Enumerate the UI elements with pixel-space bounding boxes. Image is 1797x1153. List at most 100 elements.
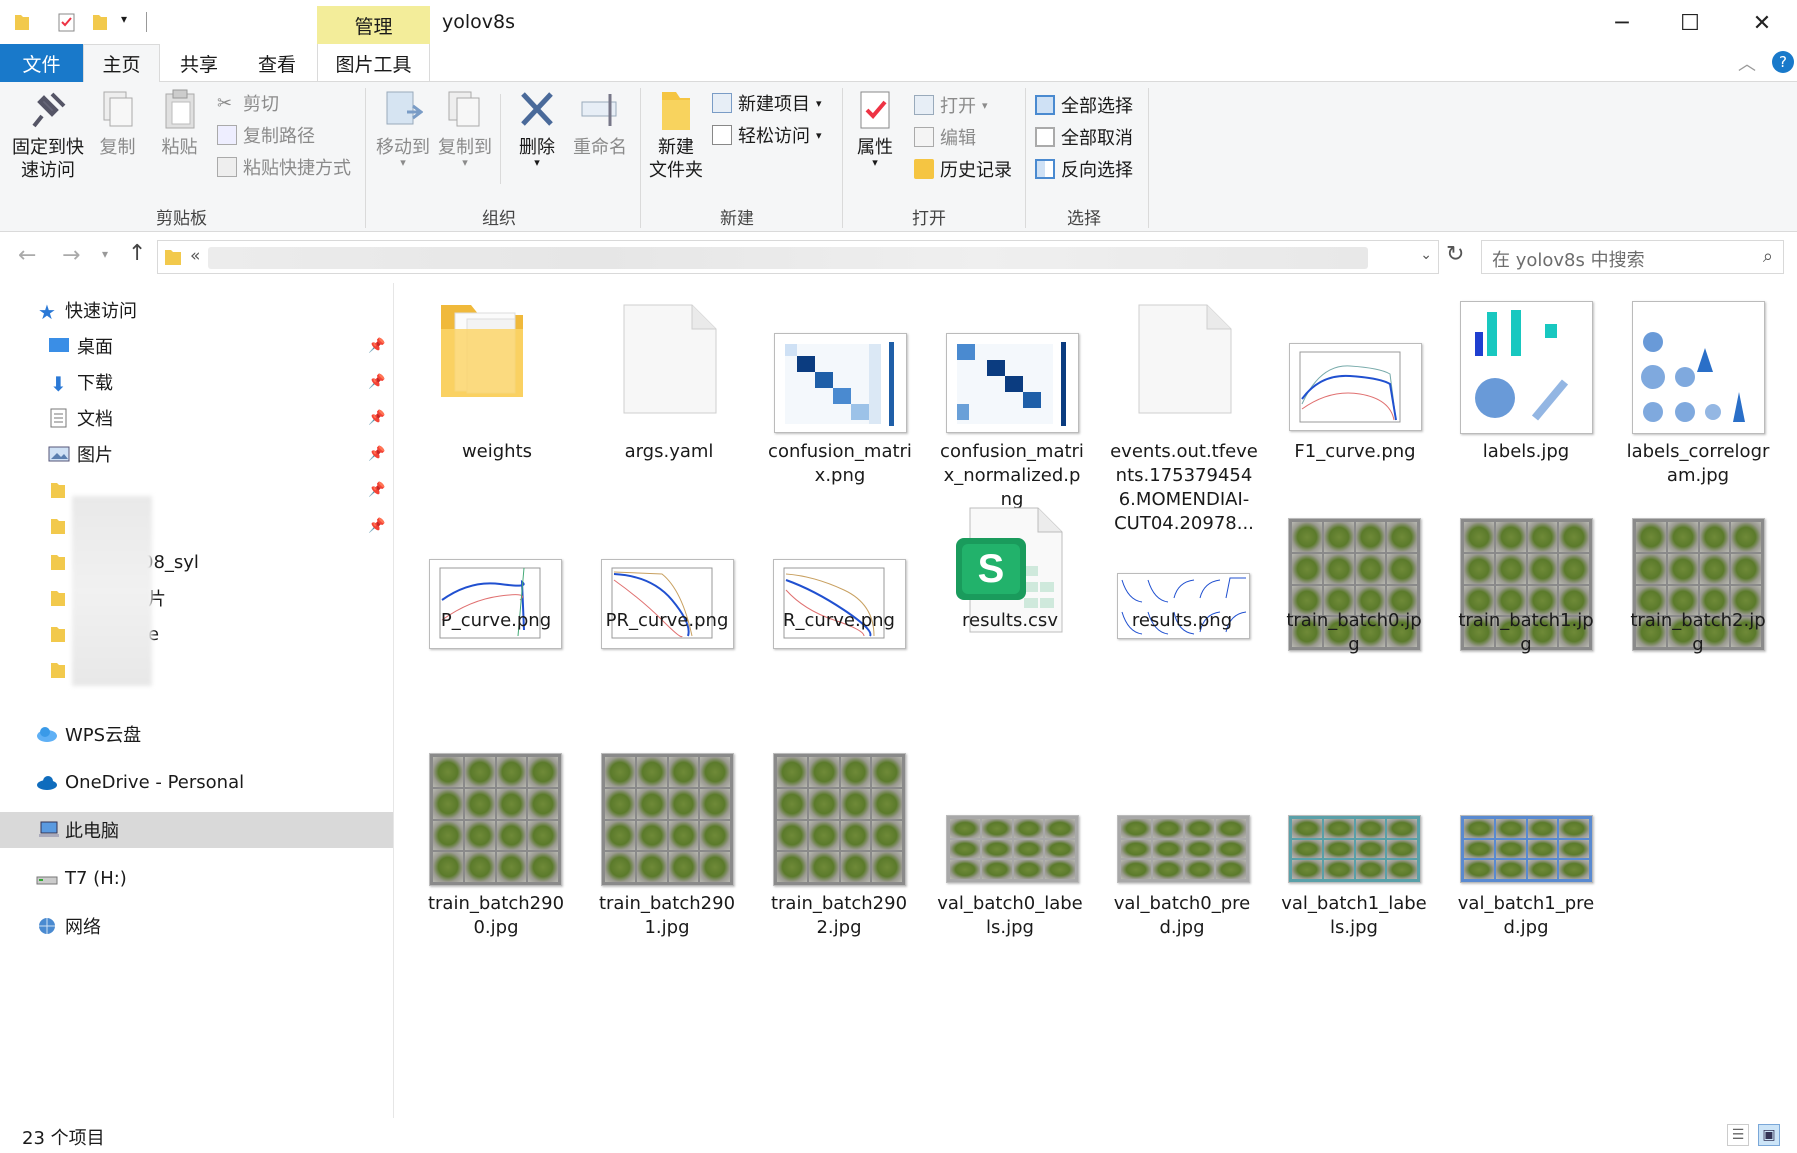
select-none-button[interactable]: 全部取消 — [1035, 124, 1133, 150]
tab-view[interactable]: 查看 — [238, 44, 316, 82]
forward-arrow-icon[interactable]: → — [62, 243, 80, 268]
sidebar-item-quick-access[interactable]: ★ 快速访问 — [0, 292, 393, 328]
file-item-train-batch2900[interactable] — [429, 753, 562, 886]
breadcrumb-overflow[interactable]: « — [190, 246, 200, 266]
file-item-r-curve[interactable] — [773, 559, 906, 649]
scissors-icon: ✂ — [217, 93, 233, 114]
open-button[interactable]: 打开 ▾ — [914, 92, 988, 118]
file-item-train-batch2902[interactable] — [773, 753, 906, 886]
rename-button[interactable]: 重命名 — [570, 88, 630, 159]
pin-label: 固定到快 速访问 — [12, 137, 84, 181]
copy-to-button[interactable]: 复制到 ▾ — [435, 88, 495, 168]
new-folder-icon[interactable] — [92, 12, 108, 32]
file-item-f1-curve[interactable] — [1289, 343, 1422, 431]
image-thumbnail — [947, 816, 1078, 882]
correlogram-thumbnail — [1641, 332, 1745, 422]
pin-icon[interactable]: 📌 — [368, 338, 385, 354]
sidebar-item-folder[interactable] — [0, 652, 393, 688]
file-item-val-batch1-pred[interactable] — [1460, 815, 1593, 883]
sidebar-item-drive-t7[interactable]: T7 (H:) — [0, 860, 393, 896]
pin-to-quick-access-button[interactable]: 固定到快 速访问 — [8, 88, 88, 182]
sidebar-item-folder[interactable]: 片 — [0, 580, 393, 616]
onedrive-icon — [36, 772, 58, 792]
chevron-down-icon[interactable]: ⌄ — [1420, 247, 1432, 263]
paste-label: 粘贴 — [161, 137, 198, 158]
paste-shortcut-button[interactable]: 粘贴快捷方式 — [217, 154, 351, 180]
minimize-button[interactable]: ─ — [1607, 8, 1637, 38]
computer-icon — [38, 820, 60, 840]
help-icon[interactable]: ? — [1772, 51, 1794, 73]
pin-icon[interactable]: 📌 — [368, 482, 385, 498]
edit-button[interactable]: 编辑 — [914, 124, 976, 150]
file-name: val_batch0_labe ls.jpg — [937, 893, 1083, 938]
file-item-weights[interactable] — [437, 299, 527, 399]
sidebar-item-desktop[interactable]: 桌面 📌 — [0, 328, 393, 364]
sidebar-item-documents[interactable]: 文档 📌 — [0, 400, 393, 436]
file-item-pr-curve[interactable] — [601, 559, 734, 649]
copy-path-button[interactable]: 复制路径 — [217, 122, 315, 148]
file-item-confusion-matrix[interactable] — [774, 333, 907, 433]
large-icons-view-icon[interactable]: ▣ — [1758, 1124, 1780, 1146]
file-item-val-batch0-pred[interactable] — [1117, 815, 1250, 883]
copy-button[interactable]: 复制 — [95, 88, 140, 159]
history-button[interactable]: 历史记录 — [914, 156, 1012, 182]
tab-picture-tools[interactable]: 图片工具 — [317, 44, 430, 82]
properties-icon[interactable] — [58, 12, 75, 32]
collapse-ribbon-icon[interactable]: ︿ — [1738, 50, 1756, 76]
sidebar-item-folder[interactable]: 📌 — [0, 508, 393, 544]
move-to-button[interactable]: 移动到 ▾ — [373, 88, 433, 168]
select-all-button[interactable]: 全部选择 — [1035, 92, 1133, 118]
edit-label: 编辑 — [940, 128, 976, 149]
new-folder-button[interactable]: 新建 文件夹 — [645, 88, 707, 182]
sidebar-item-folder[interactable]: 📌 — [0, 472, 393, 508]
paste-button[interactable]: 粘贴 — [157, 88, 202, 159]
back-arrow-icon[interactable]: ← — [18, 243, 36, 268]
pin-icon[interactable]: 📌 — [368, 446, 385, 462]
refresh-icon[interactable]: ↻ — [1446, 242, 1464, 267]
delete-icon — [517, 88, 557, 132]
file-item-confusion-matrix-normalized[interactable] — [946, 333, 1079, 433]
sidebar-item-network[interactable]: 网络 — [0, 908, 393, 944]
pin-icon[interactable]: 📌 — [368, 374, 385, 390]
file-item-val-batch0-labels[interactable] — [946, 815, 1079, 883]
search-input[interactable]: 在 yolov8s 中搜索 ⌕ — [1481, 240, 1784, 274]
pin-icon[interactable]: 📌 — [368, 518, 385, 534]
file-item-args-yaml[interactable] — [622, 303, 718, 415]
file-item-labels[interactable] — [1460, 301, 1593, 434]
new-item-button[interactable]: 新建项目 ▾ — [712, 90, 822, 116]
tab-home[interactable]: 主页 — [83, 44, 160, 82]
sidebar-item-onedrive[interactable]: OneDrive - Personal — [0, 764, 393, 800]
chevron-down-icon[interactable]: ▾ — [121, 12, 137, 32]
pin-icon[interactable]: 📌 — [368, 410, 385, 426]
properties-button[interactable]: 属性 ▾ — [850, 88, 900, 168]
manage-tab[interactable]: 管理 — [317, 6, 430, 44]
sidebar-item-folder[interactable]: e — [0, 616, 393, 652]
easy-access-button[interactable]: 轻松访问 ▾ — [712, 122, 822, 148]
recent-locations-icon[interactable]: ▾ — [102, 247, 108, 261]
sidebar-item-label: 桌面 — [77, 337, 113, 358]
file-item-labels-correlogram[interactable] — [1632, 301, 1765, 434]
file-item-val-batch1-labels[interactable] — [1288, 815, 1421, 883]
maximize-button[interactable]: ☐ — [1675, 8, 1705, 38]
close-button[interactable]: ✕ — [1747, 8, 1777, 38]
up-arrow-icon[interactable]: ↑ — [128, 241, 146, 266]
sidebar-item-this-pc[interactable]: 此电脑 — [0, 812, 393, 848]
cut-button[interactable]: ✂ 剪切 — [217, 90, 279, 116]
sidebar-item-downloads[interactable]: ⬇ 下载 📌 — [0, 364, 393, 400]
search-icon: ⌕ — [1762, 246, 1773, 267]
sidebar-item-wps[interactable]: WPS云盘 — [0, 716, 393, 752]
invert-selection-button[interactable]: 反向选择 — [1035, 156, 1133, 182]
file-item-events-tfevents[interactable] — [1137, 303, 1233, 415]
file-item-train-batch2901[interactable] — [601, 753, 734, 886]
details-view-icon[interactable]: ☰ — [1727, 1124, 1749, 1146]
chevron-down-icon: ▾ — [816, 96, 822, 110]
address-bar[interactable]: « ⌄ — [157, 240, 1439, 274]
tab-share[interactable]: 共享 — [160, 44, 238, 82]
delete-button[interactable]: 删除 ▾ — [512, 88, 562, 168]
easy-access-icon — [712, 125, 732, 145]
file-item-p-curve[interactable] — [429, 559, 562, 649]
file-icon — [623, 304, 717, 414]
sidebar-item-folder[interactable]: 08_syl — [0, 544, 393, 580]
sidebar-item-pictures[interactable]: 图片 📌 — [0, 436, 393, 472]
tab-file[interactable]: 文件 — [0, 44, 83, 82]
